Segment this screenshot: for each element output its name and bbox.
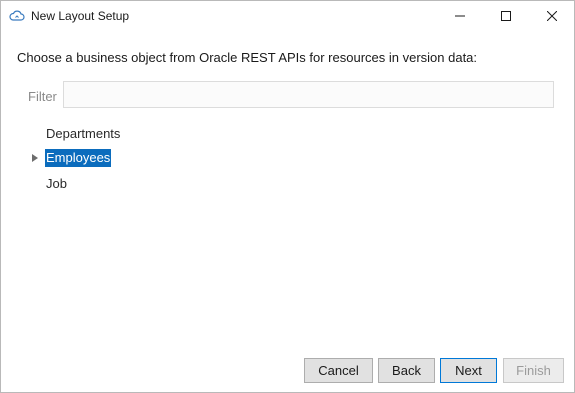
maximize-icon (501, 8, 511, 26)
title-bar[interactable]: New Layout Setup (1, 1, 574, 32)
maximize-button[interactable] (483, 1, 529, 32)
close-button[interactable] (529, 1, 575, 32)
filter-label: Filter (28, 89, 57, 104)
back-button[interactable]: Back (378, 358, 435, 383)
window-title: New Layout Setup (31, 9, 130, 23)
tree-item-employees[interactable]: Employees (45, 149, 112, 167)
cloud-sync-icon (9, 9, 25, 23)
tree-item-label: Employees (46, 150, 111, 165)
dialog-window: New Layout Setup Choose a business objec… (0, 0, 575, 393)
filter-input[interactable] (63, 81, 554, 108)
tree-item-departments[interactable]: Departments (45, 125, 121, 143)
instruction-text: Choose a business object from Oracle RES… (17, 50, 478, 65)
tree-item-label: Job (46, 176, 67, 191)
minimize-icon (455, 8, 465, 26)
tree-item-job[interactable]: Job (45, 175, 68, 193)
minimize-button[interactable] (437, 1, 483, 32)
next-button[interactable]: Next (440, 358, 497, 383)
tree-item-label: Departments (46, 126, 121, 141)
finish-button[interactable]: Finish (503, 358, 564, 383)
cancel-button[interactable]: Cancel (304, 358, 373, 383)
expand-arrow-icon[interactable] (32, 154, 38, 162)
close-icon (546, 8, 558, 26)
